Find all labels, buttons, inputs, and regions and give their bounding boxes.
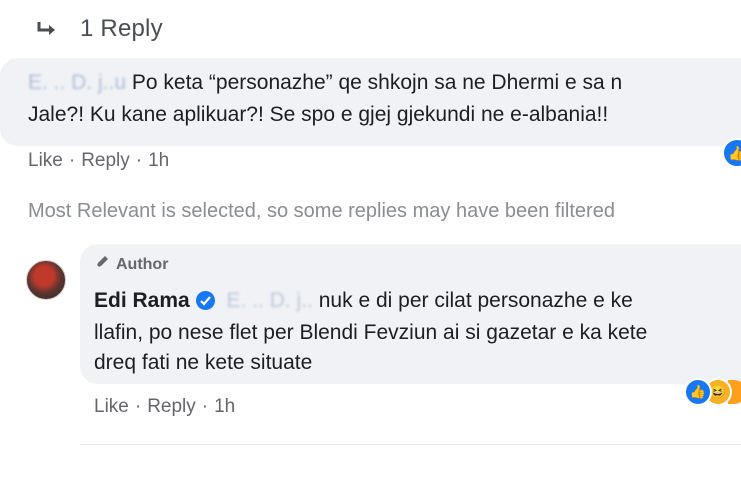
timestamp[interactable]: 1h (148, 150, 169, 171)
reply-author-name[interactable]: Edi Rama (94, 289, 190, 312)
reply-arrow-icon (36, 20, 58, 38)
reply-text-line-3: dreq fati ne kete situate (94, 351, 313, 374)
replies-count-label: 1 Reply (80, 15, 163, 42)
comment-author-name[interactable]: E. .. D. j..u (28, 68, 126, 98)
timestamp[interactable]: 1h (214, 396, 235, 417)
author-badge-label: Author (116, 255, 169, 273)
verified-badge-icon (195, 291, 215, 310)
comment-text-line: E. .. D. j..u Po keta “personazhe” qe sh… (28, 68, 622, 98)
reply-text-line: Edi Rama E. .. D. j.. nuk e di per cilat… (94, 286, 633, 316)
comment-text: Po keta “personazhe” qe shkojn sa ne Dhe… (131, 71, 623, 94)
like-link[interactable]: Like (28, 150, 63, 171)
like-reaction-icon[interactable]: 👍 (722, 138, 741, 168)
author-badge: Author (94, 254, 168, 275)
separator: · (68, 150, 76, 171)
comment-actions: Like · Reply · 1h (28, 150, 169, 172)
like-reaction-icon: 👍 (684, 378, 712, 406)
reaction-summary[interactable]: 👍 😆 (684, 378, 741, 406)
view-replies-toggle[interactable]: 1 Reply (36, 12, 163, 46)
reply-link[interactable]: Reply (147, 396, 196, 417)
reply-text: nuk e di per cilat personazhe e ke (318, 289, 633, 312)
separator: · (135, 150, 143, 171)
filter-notice: Most Relevant is selected, so some repli… (28, 200, 615, 222)
comment-text-line-2: Jale?! Ku kane aplikuar?! Se spo e gjej … (28, 103, 609, 126)
separator: · (134, 396, 142, 417)
separator: · (201, 396, 209, 417)
mention-link[interactable]: E. .. D. j.. (227, 286, 313, 316)
avatar[interactable] (26, 260, 66, 300)
reply-link[interactable]: Reply (81, 150, 130, 171)
pen-icon (94, 254, 116, 275)
divider (80, 444, 741, 445)
like-link[interactable]: Like (94, 396, 129, 417)
reply-text-line-2: llafin, po nese flet per Blendi Fevziun … (94, 321, 648, 344)
reply-actions: Like · Reply · 1h (94, 396, 235, 418)
